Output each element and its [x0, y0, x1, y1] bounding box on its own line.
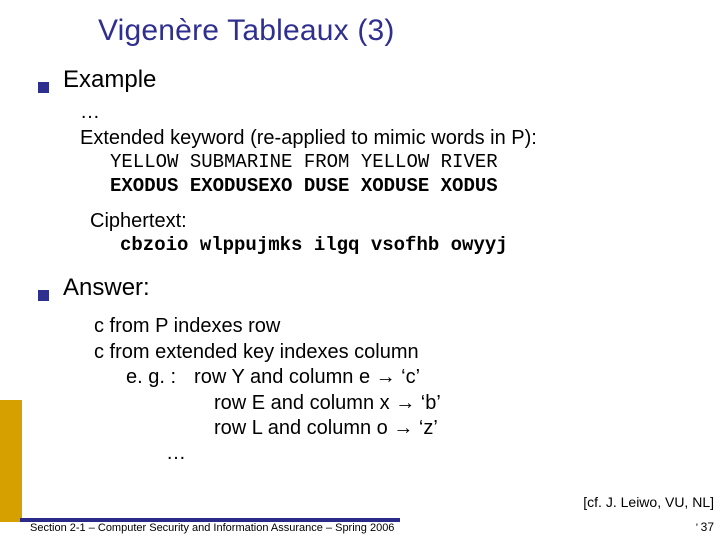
example-row-1: e. g. : row Y and column e → ‘c’	[126, 365, 710, 391]
eg-mapping-1: row Y and column e → ‘c’	[194, 365, 420, 391]
page-title: Vigenère Tableaux (3)	[98, 14, 710, 48]
footer-text: Section 2-1 – Computer Security and Info…	[30, 522, 394, 534]
ciphertext-line: cbzoio wlppujmks ilgq vsofhb owyyj	[120, 234, 710, 258]
square-bullet-icon	[38, 290, 49, 301]
ciphertext-label: Ciphertext:	[90, 209, 710, 235]
answer-heading: Answer:	[63, 274, 150, 302]
example-section: Example … Extended keyword (re-applied t…	[38, 66, 710, 258]
square-bullet-icon	[38, 82, 49, 93]
accent-underline	[20, 518, 400, 522]
answer-section: Answer: c from P indexes row c from exte…	[38, 274, 710, 465]
slide-content: Vigenère Tableaux (3) Example … Extended…	[0, 0, 720, 465]
eg-label: e. g. :	[126, 365, 176, 391]
answer-line1: c from P indexes row	[94, 314, 710, 340]
extended-keyword-label: Extended keyword (re-applied to mimic wo…	[80, 126, 710, 152]
example-heading: Example	[63, 66, 156, 94]
key-line: EXODUS EXODUSEXO DUSE XODUSE XODUS	[110, 175, 710, 199]
eg-mapping-3: row L and column o → ‘z’	[214, 416, 710, 442]
answer-line2: c from extended key indexes column	[94, 340, 710, 366]
trailing-ellipsis: …	[166, 442, 710, 465]
plaintext-line: YELLOW SUBMARINE FROM YELLOW RIVER	[110, 151, 710, 175]
example-heading-row: Example	[38, 66, 710, 94]
answer-heading-row: Answer:	[38, 274, 710, 302]
example-ellipsis: …	[80, 100, 710, 126]
eg-mapping-2: row E and column x → ‘b’	[214, 391, 710, 417]
citation: [cf. J. Leiwo, VU, NL]	[583, 494, 714, 510]
page-number: 37	[701, 520, 714, 534]
small-mark: '	[696, 522, 698, 534]
